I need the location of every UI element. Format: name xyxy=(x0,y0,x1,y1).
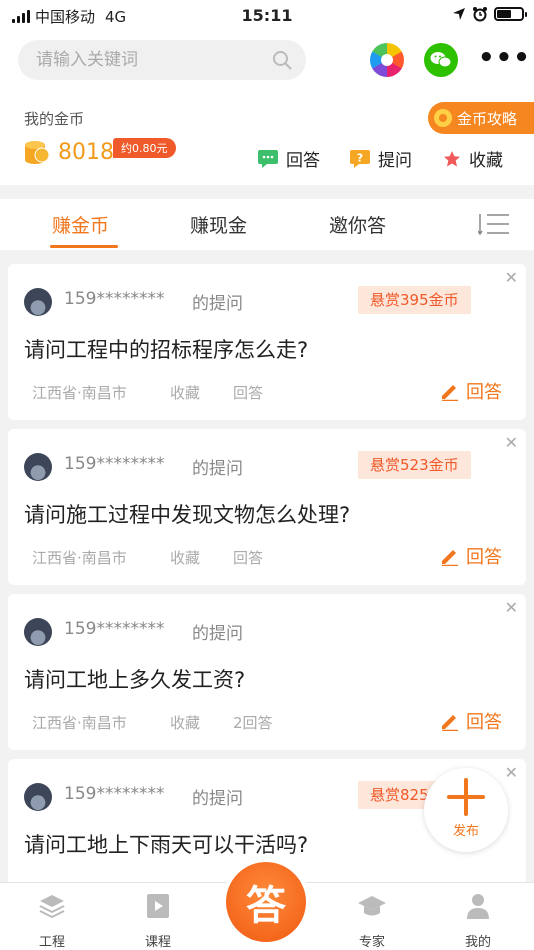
nav-experts-label: 专家 xyxy=(358,935,385,950)
svg-text:?: ? xyxy=(357,151,363,164)
avatar[interactable] xyxy=(24,453,52,481)
sort-icon[interactable] xyxy=(478,213,510,235)
answer-count: 2回答 xyxy=(233,714,273,732)
coin-value-badge: 约0.80元 xyxy=(113,138,176,158)
plus-icon xyxy=(447,778,485,816)
quick-favorite-label: 收藏 xyxy=(469,151,503,171)
nav-mine-label: 我的 xyxy=(464,935,491,950)
video-icon xyxy=(147,894,169,918)
question-card[interactable]: ✕ 159******** 的提问 请问工地上多久发工资? 江西省·南昌市 收藏… xyxy=(8,594,526,750)
publish-label: 发布 xyxy=(452,824,479,839)
asked-label: 的提问 xyxy=(192,294,243,314)
question-card[interactable]: ✕ 159******** 的提问 悬赏395金币 请问工程中的招标程序怎么走?… xyxy=(8,264,526,420)
coin-amount: 8018 xyxy=(58,140,114,165)
favorite-link[interactable]: 收藏 xyxy=(170,547,200,568)
answer-button-label: 回答 xyxy=(466,547,502,568)
quick-answer-label: 回答 xyxy=(286,151,320,171)
active-tab-indicator xyxy=(50,245,118,248)
alarm-icon xyxy=(473,7,487,22)
wechat-icon[interactable] xyxy=(424,43,458,77)
location-arrow-icon xyxy=(453,8,465,20)
user-name: 159******** xyxy=(64,619,165,639)
question-title[interactable]: 请问工地上多久发工资? xyxy=(24,664,245,694)
search-input[interactable] xyxy=(36,50,272,70)
battery-icon xyxy=(494,7,527,21)
favorite-link[interactable]: 收藏 xyxy=(170,712,200,733)
tab-earn-cash[interactable]: 赚现金 xyxy=(190,211,247,238)
coin-stack-icon xyxy=(25,141,50,164)
layers-icon xyxy=(39,895,65,919)
coin-strategy-label: 金币攻略 xyxy=(457,109,518,128)
answer-count: 回答 xyxy=(233,384,264,402)
quick-favorite-button[interactable]: 收藏 xyxy=(443,146,503,171)
top-header: ••• xyxy=(0,32,534,88)
quick-answer-button[interactable]: 回答 xyxy=(258,146,320,171)
coin-icon xyxy=(434,109,452,127)
quick-ask-button[interactable]: ? 提问 xyxy=(350,146,412,171)
close-icon[interactable]: ✕ xyxy=(505,433,518,452)
asked-label: 的提问 xyxy=(192,789,243,809)
answer-logo: 答 xyxy=(226,862,306,942)
chat-icon xyxy=(258,149,278,168)
answer-button-label: 回答 xyxy=(466,712,502,733)
location: 江西省·南昌市 xyxy=(32,549,127,567)
close-icon[interactable]: ✕ xyxy=(505,268,518,287)
answer-button[interactable]: 回答 xyxy=(440,378,502,404)
avatar[interactable] xyxy=(24,288,52,316)
reward-badge: 悬赏395金币 xyxy=(358,286,471,314)
pencil-icon xyxy=(442,385,458,401)
nav-mine[interactable]: 我的 xyxy=(448,891,508,950)
location: 江西省·南昌市 xyxy=(32,714,127,732)
tab-invited[interactable]: 邀你答 xyxy=(329,211,386,238)
tab-earn-coins[interactable]: 赚金币 xyxy=(52,211,109,238)
status-bar: 中国移动 4G 15:11 xyxy=(0,0,534,32)
answer-count: 回答 xyxy=(233,549,264,567)
question-title[interactable]: 请问施工过程中发现文物怎么处理? xyxy=(24,499,350,529)
publish-button[interactable]: 发布 xyxy=(424,768,508,852)
nav-answer-center-button[interactable]: 答 xyxy=(222,858,310,946)
nav-experts[interactable]: 专家 xyxy=(342,891,402,950)
close-icon[interactable]: ✕ xyxy=(505,598,518,617)
answer-button[interactable]: 回答 xyxy=(440,543,502,569)
person-icon xyxy=(467,894,489,919)
more-icon[interactable]: ••• xyxy=(478,45,531,71)
wechat-bubbles-icon xyxy=(430,52,452,68)
question-title[interactable]: 请问工程中的招标程序怎么走? xyxy=(24,334,308,364)
avatar[interactable] xyxy=(24,783,52,811)
reward-badge: 悬赏523金币 xyxy=(358,451,471,479)
user-name: 159******** xyxy=(64,784,165,804)
nav-courses[interactable]: 课程 xyxy=(128,891,188,950)
tab-bar: 赚金币 赚现金 邀你答 xyxy=(0,199,534,250)
question-title[interactable]: 请问工地上下雨天可以干活吗? xyxy=(24,829,308,859)
answer-button-label: 回答 xyxy=(466,382,502,403)
question-card[interactable]: ✕ 159******** 的提问 悬赏523金币 请问施工过程中发现文物怎么处… xyxy=(8,429,526,585)
coin-panel: 我的金币 8018 约0.80元 金币攻略 回答 ? 提问 收藏 xyxy=(0,88,534,185)
nav-engineering[interactable]: 工程 xyxy=(22,891,82,950)
user-name: 159******** xyxy=(64,454,165,474)
answer-button[interactable]: 回答 xyxy=(440,708,502,734)
search-icon[interactable] xyxy=(272,50,292,70)
asked-label: 的提问 xyxy=(192,459,243,479)
nav-engineering-label: 工程 xyxy=(38,935,65,950)
search-bar[interactable] xyxy=(18,40,306,80)
pencil-icon xyxy=(442,550,458,566)
coin-label: 我的金币 xyxy=(24,110,85,128)
asked-label: 的提问 xyxy=(192,624,243,644)
pencil-icon xyxy=(442,715,458,731)
user-name: 159******** xyxy=(64,289,165,309)
graduation-cap-icon xyxy=(358,896,386,916)
location: 江西省·南昌市 xyxy=(32,384,127,402)
nav-courses-label: 课程 xyxy=(144,935,171,950)
quick-ask-label: 提问 xyxy=(378,151,412,171)
avatar[interactable] xyxy=(24,618,52,646)
coin-strategy-button[interactable]: 金币攻略 xyxy=(428,102,534,134)
question-icon: ? xyxy=(350,149,370,168)
pinwheel-icon[interactable] xyxy=(370,43,404,77)
star-icon xyxy=(444,150,460,166)
status-right xyxy=(452,6,527,22)
close-icon[interactable]: ✕ xyxy=(505,763,518,782)
favorite-link[interactable]: 收藏 xyxy=(170,382,200,403)
